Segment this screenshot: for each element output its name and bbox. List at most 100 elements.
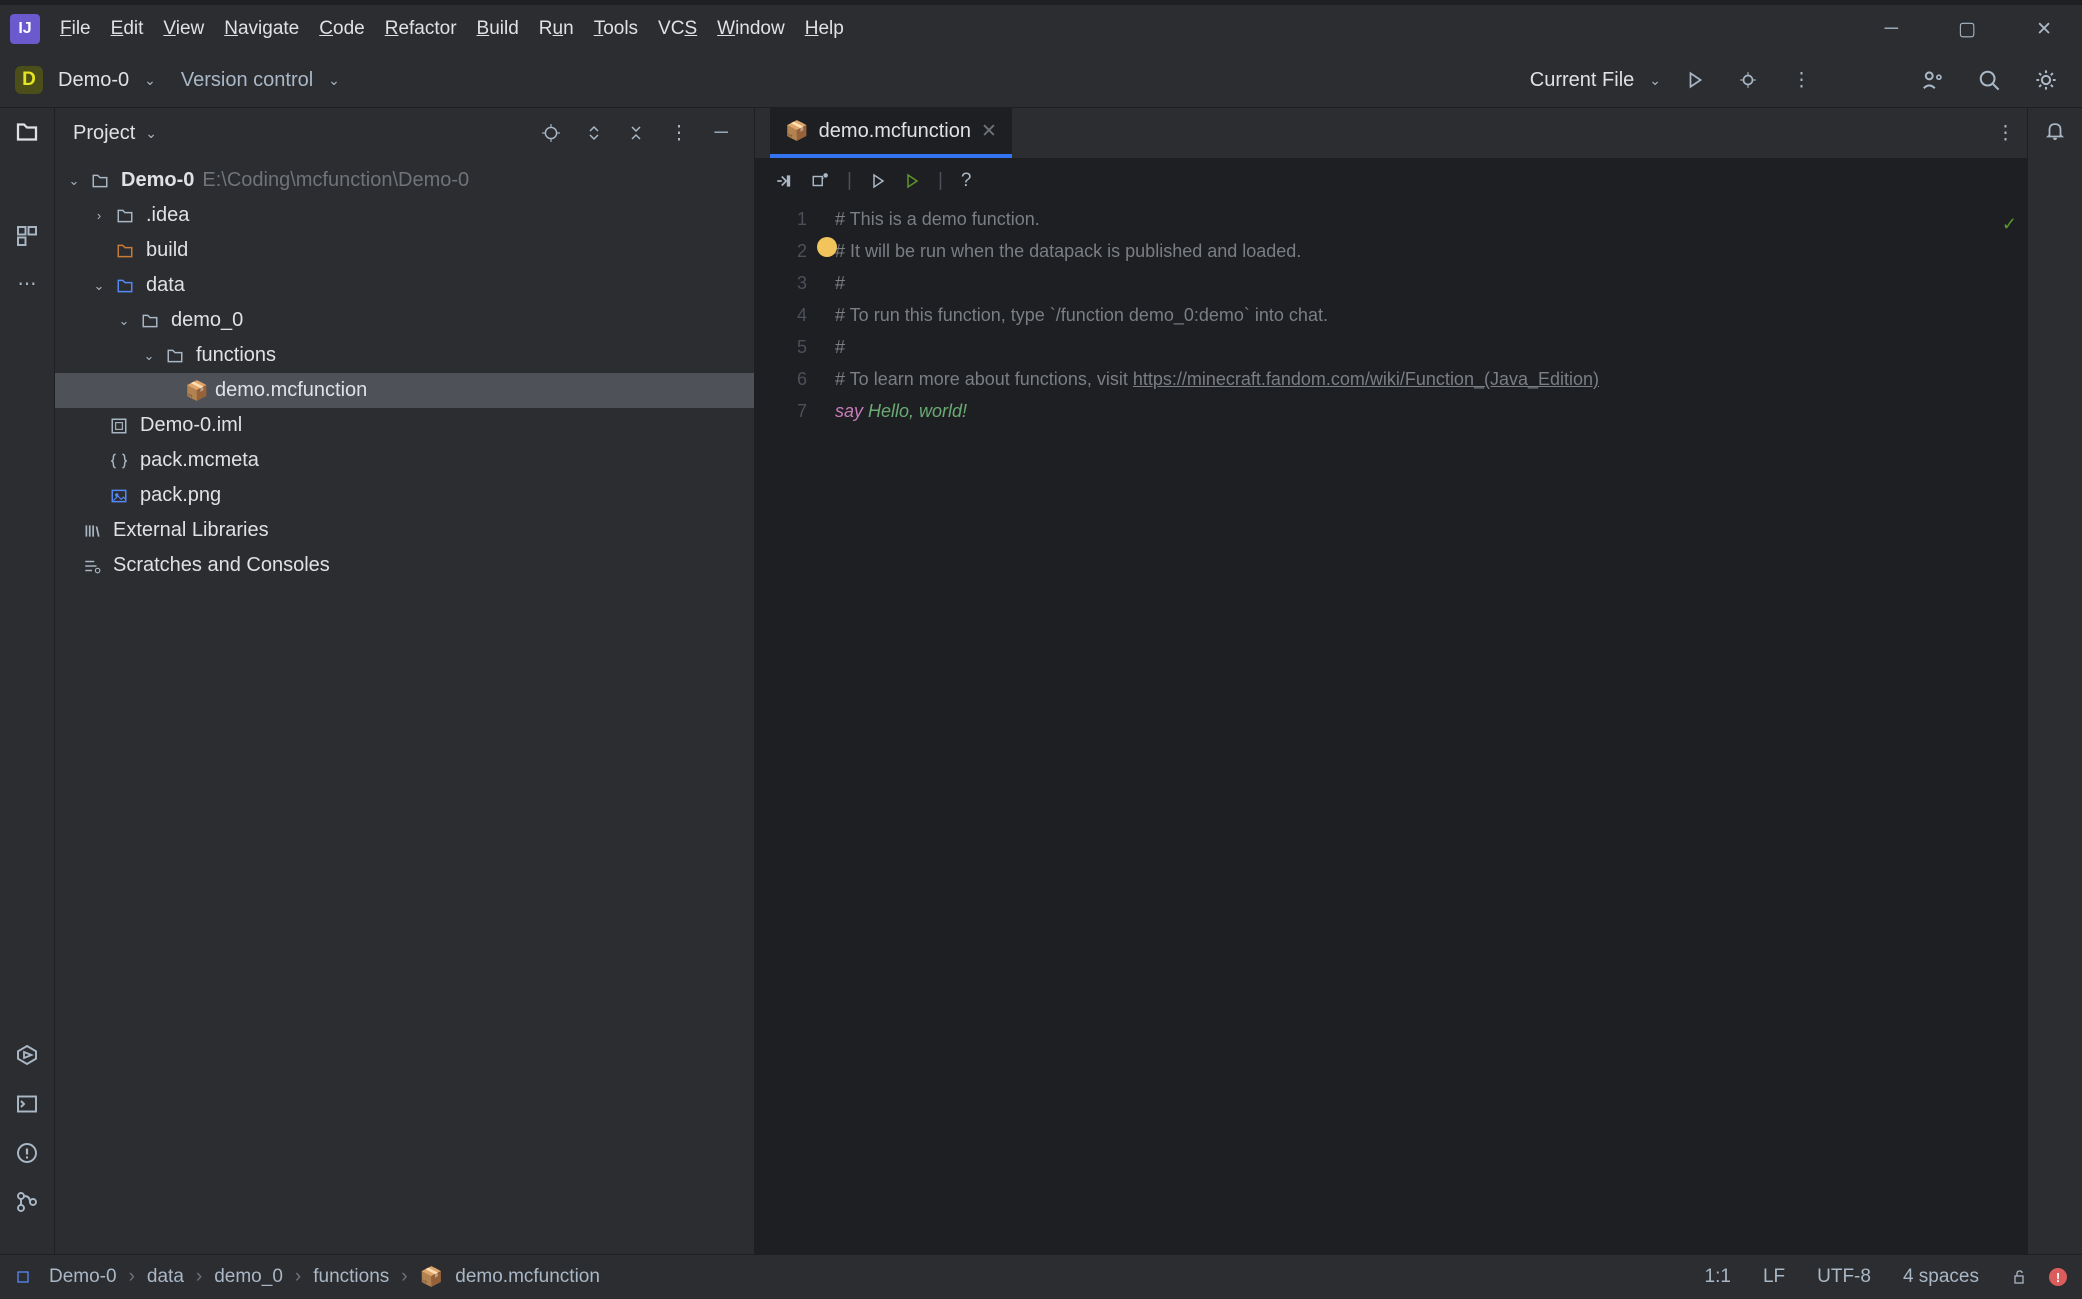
code-line: # To run this function, type `/function … — [835, 299, 2027, 331]
tree-root[interactable]: ⌄ Demo-0 E:\Coding\mcfunction\Demo-0 — [55, 163, 754, 198]
menu-tools[interactable]: Tools — [594, 18, 638, 40]
more-icon[interactable]: ⋮ — [1782, 69, 1821, 92]
folder-icon — [166, 347, 188, 365]
tree-label: pack.mcmeta — [140, 449, 259, 472]
select-opened-file-icon[interactable] — [534, 124, 568, 142]
expand-all-icon[interactable] — [578, 125, 610, 141]
project-selector[interactable]: Demo-0 — [58, 69, 129, 92]
menu-window[interactable]: Window — [717, 18, 785, 40]
tree-file-demo-mcfunction[interactable]: 📦 demo.mcfunction — [55, 373, 754, 408]
line-number: 5 — [755, 331, 807, 363]
line-gutter: 1 2 3 4 5 6 7 — [755, 203, 815, 427]
module-file-icon — [110, 417, 132, 435]
line-number: 1 — [755, 203, 807, 235]
vcs-tool-icon[interactable] — [15, 1190, 39, 1214]
run-all-icon[interactable] — [904, 173, 920, 189]
tree-file-pack-mcmeta[interactable]: pack.mcmeta — [55, 443, 754, 478]
menu-vcs[interactable]: VCS — [658, 18, 697, 40]
menu-help[interactable]: Help — [805, 18, 844, 40]
menu-edit[interactable]: Edit — [111, 18, 144, 40]
tree-folder-build[interactable]: build — [55, 233, 754, 268]
image-file-icon — [110, 487, 132, 505]
tree-folder-functions[interactable]: ⌄ functions — [55, 338, 754, 373]
code-line: # It will be run when the datapack is pu… — [835, 235, 2027, 267]
editor-toolbar: | | ? — [755, 158, 2027, 203]
breadcrumb-item[interactable]: data — [147, 1266, 184, 1288]
line-separator[interactable]: LF — [1753, 1266, 1795, 1288]
breadcrumb-item[interactable]: demo.mcfunction — [455, 1266, 600, 1288]
project-tool-icon[interactable] — [15, 120, 39, 144]
code-editor[interactable]: ✓ 1 2 3 4 5 6 7 # This is a demo functio… — [755, 203, 2027, 427]
tree-file-iml[interactable]: Demo-0.iml — [55, 408, 754, 443]
hide-icon[interactable]: ─ — [707, 122, 736, 144]
search-icon[interactable] — [1968, 69, 2010, 91]
breadcrumb-item[interactable]: functions — [313, 1266, 389, 1288]
close-tab-icon[interactable]: ✕ — [981, 120, 997, 143]
run-icon[interactable] — [1676, 71, 1714, 89]
run-icon[interactable] — [870, 173, 886, 189]
editor-tool-b-icon[interactable] — [811, 172, 829, 190]
menu-view[interactable]: View — [163, 18, 204, 40]
file-encoding[interactable]: UTF-8 — [1807, 1266, 1881, 1288]
indent-setting[interactable]: 4 spaces — [1893, 1266, 1989, 1288]
run-configuration-selector[interactable]: Current File — [1530, 69, 1634, 92]
menu-file[interactable]: File — [60, 18, 91, 40]
editor-pane: 📦 demo.mcfunction ✕ ⋮ | | ? ✓ 1 2 3 4 — [755, 108, 2027, 1254]
intention-bulb-icon[interactable] — [817, 237, 837, 257]
menu-build[interactable]: Build — [477, 18, 519, 40]
more-icon[interactable]: ⋮ — [662, 122, 697, 145]
help-icon[interactable]: ? — [961, 170, 972, 192]
tree-folder-idea[interactable]: › .idea — [55, 198, 754, 233]
more-tool-icon[interactable]: ⋯ — [18, 273, 37, 296]
minimize-button[interactable]: ─ — [1865, 18, 1918, 40]
project-pane-title[interactable]: Project — [73, 122, 135, 145]
project-tool-window: Project ⌄ ⋮ ─ ⌄ Demo-0 E:\Coding\mcfunct… — [55, 108, 755, 1254]
breadcrumb-item[interactable]: demo_0 — [214, 1266, 283, 1288]
notifications-icon[interactable] — [2044, 120, 2066, 142]
tree-file-pack-png[interactable]: pack.png — [55, 478, 754, 513]
error-indicator-icon[interactable]: ! — [2049, 1268, 2067, 1286]
problems-tool-icon[interactable] — [15, 1141, 39, 1165]
editor-tool-a-icon[interactable] — [775, 172, 793, 190]
chevron-right-icon: › — [90, 208, 108, 223]
breadcrumb-item[interactable]: Demo-0 — [49, 1266, 117, 1288]
menu-code[interactable]: Code — [319, 18, 364, 40]
settings-icon[interactable] — [2025, 69, 2067, 91]
menu-refactor[interactable]: Refactor — [385, 18, 457, 40]
code-line: # This is a demo function. — [835, 203, 2027, 235]
chevron-down-icon: ⌄ — [140, 348, 158, 364]
tree-scratches[interactable]: Scratches and Consoles — [55, 548, 754, 583]
code-line: # — [835, 267, 2027, 299]
left-tool-strip: ⋯ — [0, 108, 55, 1254]
tree-folder-data[interactable]: ⌄ data — [55, 268, 754, 303]
code-line: # To learn more about functions, visit h… — [835, 363, 2027, 395]
folder-icon — [141, 312, 163, 330]
version-control-menu[interactable]: Version control — [181, 69, 313, 92]
tab-label: demo.mcfunction — [819, 120, 971, 143]
mcfunction-file-icon: 📦 — [420, 1265, 444, 1289]
structure-tool-icon[interactable] — [15, 224, 39, 248]
code-with-me-icon[interactable] — [1911, 69, 1953, 91]
cursor-position[interactable]: 1:1 — [1695, 1266, 1741, 1288]
chevron-down-icon: ⌄ — [115, 313, 133, 329]
line-number: 6 — [755, 363, 807, 395]
menu-run[interactable]: Run — [539, 18, 574, 40]
tab-more-icon[interactable]: ⋮ — [1984, 122, 2027, 145]
menu-navigate[interactable]: Navigate — [224, 18, 299, 40]
code-link[interactable]: https://minecraft.fandom.com/wiki/Functi… — [1133, 369, 1599, 389]
collapse-all-icon[interactable] — [620, 125, 652, 141]
tree-folder-demo0[interactable]: ⌄ demo_0 — [55, 303, 754, 338]
services-tool-icon[interactable] — [15, 1043, 39, 1067]
right-tool-strip — [2027, 108, 2082, 1254]
maximize-button[interactable]: ▢ — [1938, 18, 1996, 41]
readonly-lock-icon[interactable] — [2001, 1269, 2037, 1285]
debug-icon[interactable] — [1729, 71, 1767, 89]
close-button[interactable]: ✕ — [2016, 18, 2072, 41]
tree-external-libraries[interactable]: External Libraries — [55, 513, 754, 548]
inspection-ok-icon[interactable]: ✓ — [2002, 208, 2017, 240]
editor-tab[interactable]: 📦 demo.mcfunction ✕ — [770, 108, 1012, 158]
terminal-tool-icon[interactable] — [15, 1092, 39, 1116]
tree-root-path: E:\Coding\mcfunction\Demo-0 — [202, 169, 469, 192]
tree-label: Scratches and Consoles — [113, 554, 330, 577]
project-avatar-icon: D — [15, 66, 43, 94]
